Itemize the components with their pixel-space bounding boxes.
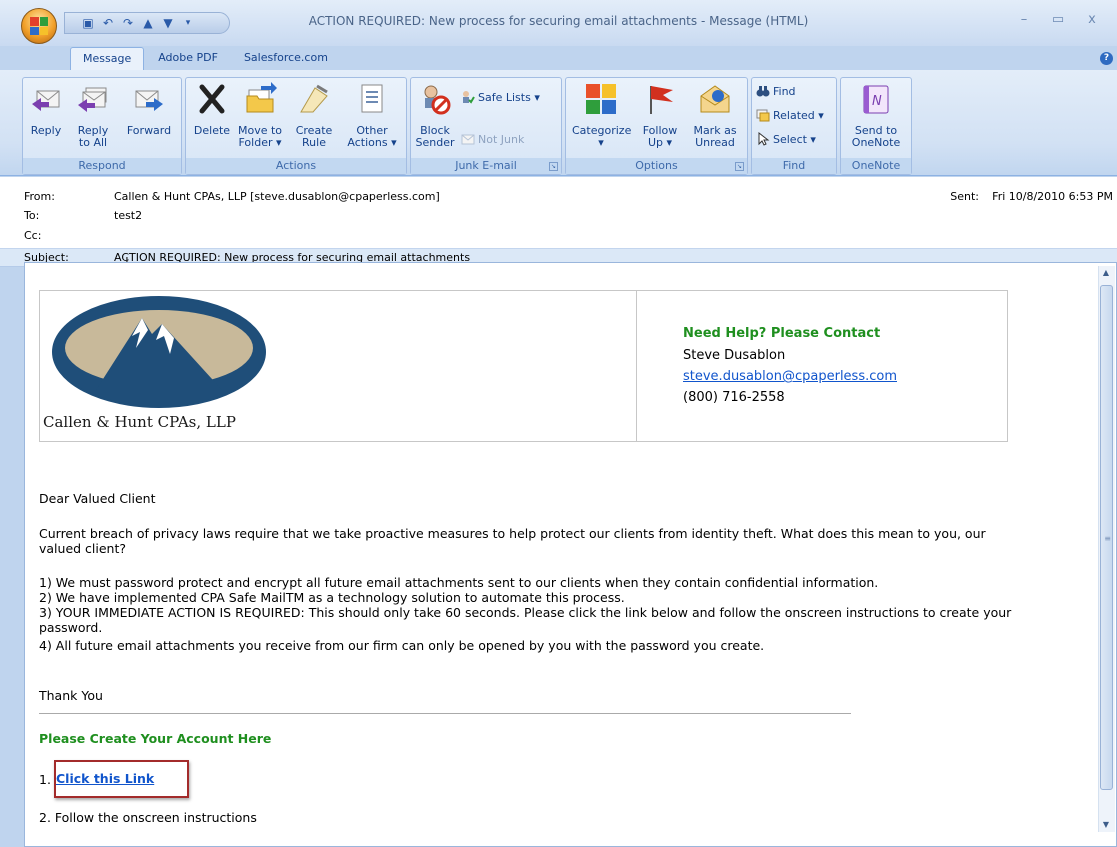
ribbon-tabs: Message Adobe PDF Salesforce.com bbox=[70, 47, 340, 71]
group-label-onenote: OneNote bbox=[841, 158, 911, 174]
scroll-down-arrow-icon[interactable]: ▼ bbox=[1101, 820, 1111, 829]
block-sender-button[interactable]: Block Sender bbox=[415, 82, 455, 149]
not-junk-icon bbox=[461, 134, 475, 145]
follow-up-flag-icon bbox=[650, 86, 673, 114]
cc-label: Cc: bbox=[24, 229, 42, 242]
scrollbar-grip-icon: ≡ bbox=[1104, 534, 1111, 543]
block-sender-icon bbox=[424, 85, 451, 115]
link-highlight-box bbox=[54, 760, 189, 798]
greeting: Dear Valued Client bbox=[39, 491, 156, 506]
ribbon: Reply Reply to All Forward Respond Delet… bbox=[0, 70, 1117, 176]
group-label-respond: Respond bbox=[23, 158, 181, 174]
junk-dialog-launcher-icon[interactable]: ↘ bbox=[549, 162, 558, 171]
minimize-button[interactable]: – bbox=[1007, 10, 1041, 32]
not-junk-button[interactable]: Not Junk bbox=[461, 130, 524, 148]
step-2: 2. Follow the onscreen instructions bbox=[39, 810, 257, 825]
onenote-icon: N bbox=[863, 85, 889, 114]
sent-label: Sent: bbox=[950, 190, 979, 203]
select-button[interactable]: Select ▾ bbox=[756, 130, 816, 148]
point-1: 1) We must password protect and encrypt … bbox=[39, 575, 879, 590]
tab-adobe-pdf[interactable]: Adobe PDF bbox=[146, 47, 230, 71]
reply-icon bbox=[32, 90, 60, 111]
group-label-junk-email: Junk E-mail bbox=[411, 158, 561, 174]
find-button[interactable]: Find bbox=[756, 82, 796, 100]
mark-as-unread-icon bbox=[700, 85, 730, 113]
mark-as-unread-button[interactable]: Mark as Unread bbox=[690, 82, 740, 149]
point-3: 3) YOUR IMMEDIATE ACTION IS REQUIRED: Th… bbox=[39, 605, 1012, 635]
create-rule-button[interactable]: Create Rule bbox=[292, 82, 336, 149]
create-rule-icon bbox=[300, 84, 328, 113]
create-account-heading: Please Create Your Account Here bbox=[39, 731, 272, 746]
firm-name: Callen & Hunt CPAs, LLP bbox=[43, 413, 236, 431]
group-options: Categorize ▾ Follow Up ▾ Mark as Unread … bbox=[565, 77, 748, 175]
group-label-actions: Actions bbox=[186, 158, 406, 174]
help-icon[interactable]: ? bbox=[1100, 52, 1113, 65]
from-label: From: bbox=[24, 190, 55, 203]
move-to-folder-icon bbox=[246, 82, 277, 113]
other-actions-button[interactable]: Other Actions ▾ bbox=[342, 82, 402, 149]
categorize-icon bbox=[586, 84, 616, 114]
window-title: ACTION REQUIRED: New process for securin… bbox=[308, 14, 809, 28]
group-label-find: Find bbox=[752, 158, 836, 174]
binoculars-icon bbox=[756, 86, 770, 97]
thank-you: Thank You bbox=[39, 688, 103, 703]
related-button[interactable]: Related ▾ bbox=[756, 106, 824, 124]
contact-phone: (800) 716-2558 bbox=[683, 390, 785, 405]
help-heading: Need Help? Please Contact bbox=[683, 326, 881, 341]
follow-up-button[interactable]: Follow Up ▾ bbox=[638, 82, 682, 149]
send-to-onenote-button[interactable]: N Send to OneNote bbox=[845, 82, 907, 149]
point-2: 2) We have implemented CPA Safe MailTM a… bbox=[39, 590, 625, 605]
from-value[interactable]: Callen & Hunt CPAs, LLP [steve.dusablon@… bbox=[114, 190, 440, 203]
cursor-icon bbox=[758, 132, 770, 146]
safe-lists-icon bbox=[463, 91, 475, 104]
divider-rule bbox=[39, 713, 851, 714]
group-find: Find Related ▾ Select ▾ Find bbox=[751, 77, 837, 175]
delete-icon bbox=[199, 84, 225, 114]
svg-text:N: N bbox=[872, 94, 882, 109]
group-actions: Delete Move to Folder ▾ Create Rule Othe… bbox=[185, 77, 407, 175]
window-controls: – ▭ x bbox=[1007, 10, 1109, 32]
move-to-folder-button[interactable]: Move to Folder ▾ bbox=[236, 82, 284, 149]
firm-logo-mountain-icon bbox=[52, 296, 266, 408]
to-label: To: bbox=[24, 209, 40, 222]
point-4: 4) All future email attachments you rece… bbox=[39, 638, 765, 653]
safe-lists-button[interactable]: Safe Lists ▾ bbox=[461, 88, 540, 106]
related-icon bbox=[756, 109, 770, 122]
letterhead-divider bbox=[636, 290, 637, 442]
close-button[interactable]: x bbox=[1075, 10, 1109, 32]
group-junk-email: Block Sender Safe Lists ▾ Not Junk Junk … bbox=[410, 77, 562, 175]
group-label-options: Options bbox=[566, 158, 747, 174]
contact-email-link[interactable]: steve.dusablon@cpaperless.com bbox=[683, 369, 897, 384]
tab-salesforce[interactable]: Salesforce.com bbox=[232, 47, 340, 71]
maximize-button[interactable]: ▭ bbox=[1041, 10, 1075, 32]
tab-message[interactable]: Message bbox=[70, 47, 145, 71]
reply-all-icon bbox=[78, 87, 107, 112]
step-1-number: 1. bbox=[39, 772, 51, 787]
options-dialog-launcher-icon[interactable]: ↘ bbox=[735, 162, 744, 171]
sent-value: Fri 10/8/2010 6:53 PM bbox=[992, 190, 1113, 203]
categorize-button[interactable]: Categorize ▾ bbox=[572, 82, 631, 149]
forward-icon bbox=[135, 90, 163, 111]
reply-all-button[interactable]: Reply to All bbox=[73, 82, 113, 149]
reply-button[interactable]: Reply bbox=[28, 82, 64, 137]
delete-button[interactable]: Delete bbox=[192, 82, 232, 137]
forward-button[interactable]: Forward bbox=[121, 82, 177, 137]
intro-paragraph: Current breach of privacy laws require t… bbox=[39, 526, 986, 556]
to-value[interactable]: test2 bbox=[114, 209, 142, 222]
other-actions-icon bbox=[361, 84, 383, 113]
scroll-up-arrow-icon[interactable]: ▲ bbox=[1101, 268, 1111, 277]
group-respond: Reply Reply to All Forward Respond bbox=[22, 77, 182, 175]
group-onenote: N Send to OneNote OneNote bbox=[840, 77, 912, 175]
contact-name: Steve Dusablon bbox=[683, 348, 786, 363]
